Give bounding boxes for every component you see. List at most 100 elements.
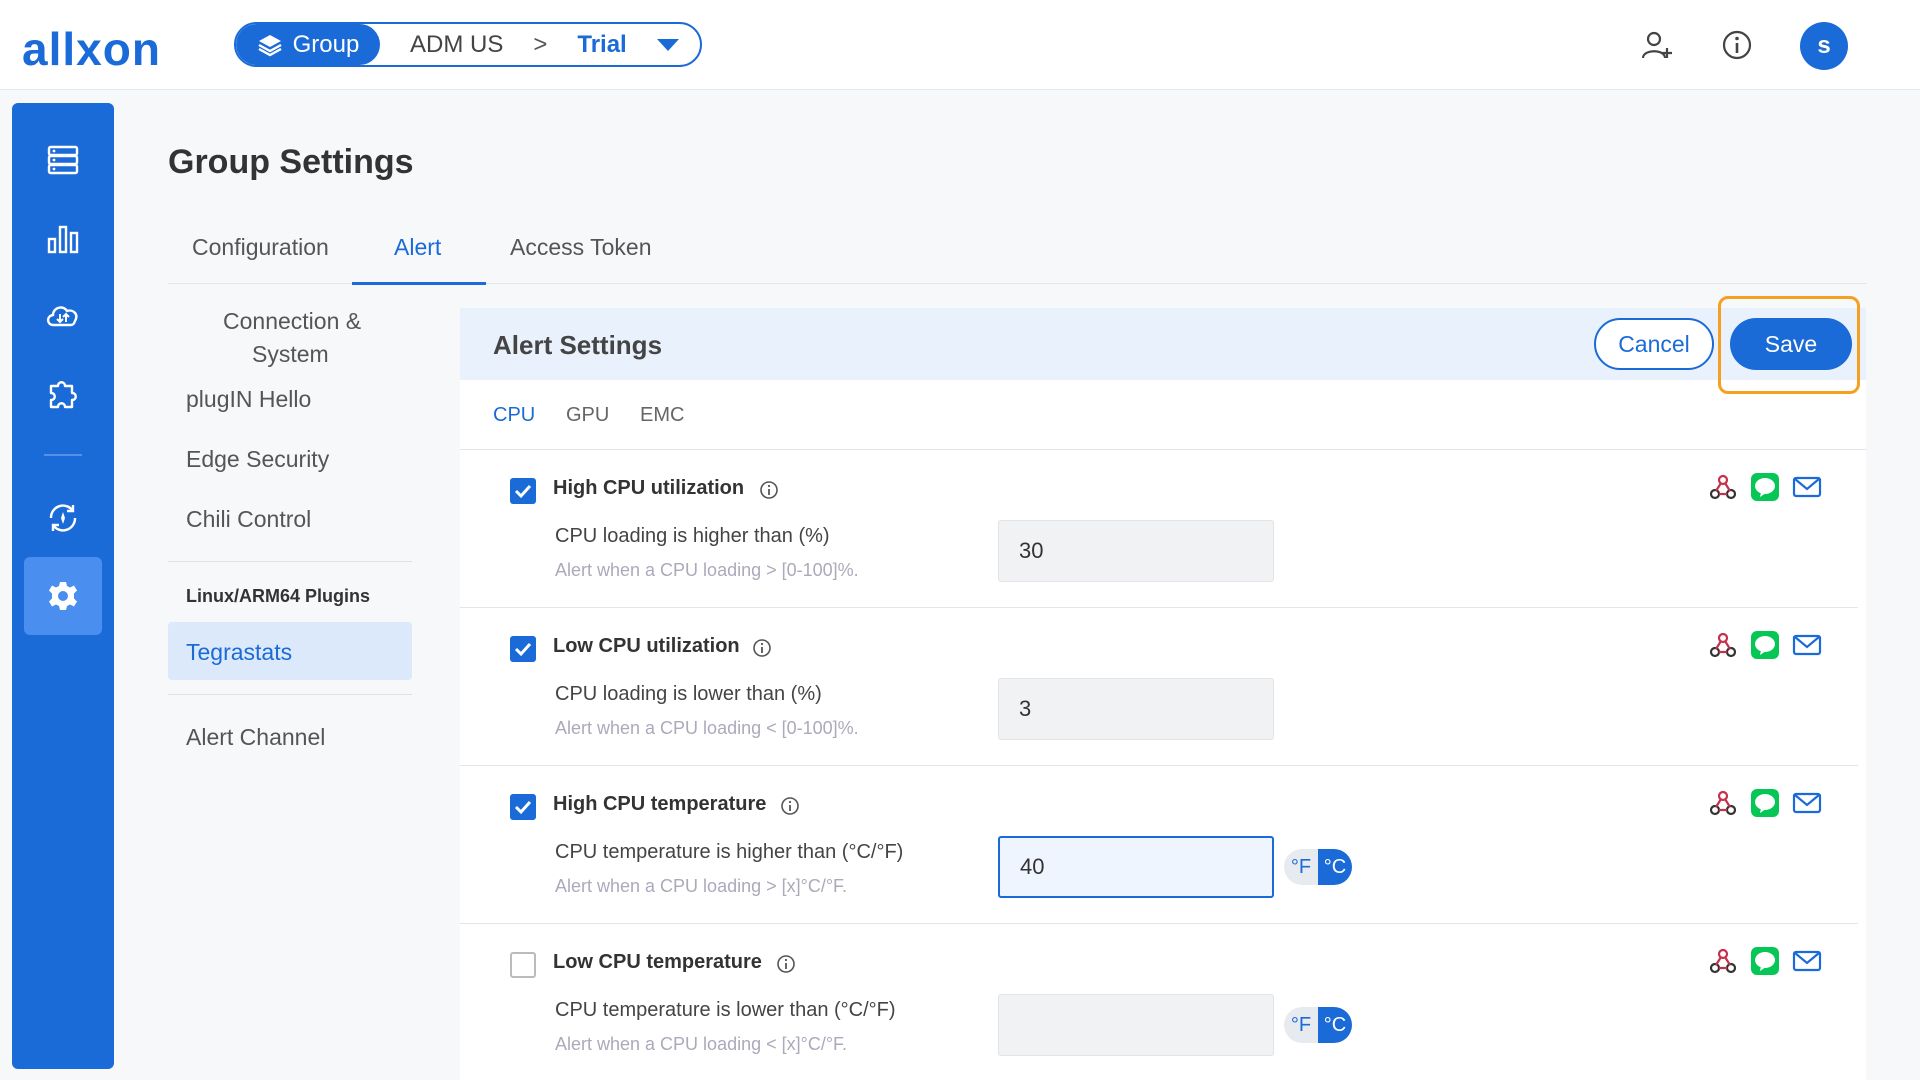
cloud-sync-icon [46,306,78,327]
rail-item-dashboard[interactable] [24,199,102,277]
hardware-subtabs: CPU GPU EMC [460,380,1866,450]
info-icon[interactable] [780,796,800,816]
settings-tabs: Configuration Alert Access Token [168,228,1866,285]
checkmark-icon [514,642,532,657]
unit-fahrenheit[interactable]: °F [1284,1007,1318,1043]
info-icon[interactable] [759,480,779,500]
alert-checkbox[interactable] [510,636,536,662]
subnav-item-tegrastats-label: Tegrastats [186,639,293,665]
rail-item-ota[interactable] [24,277,102,355]
alert-row-low-cpu-utilization: Low CPU utilization CPU loading is lower… [460,608,1858,766]
webhook-icon[interactable] [1708,472,1738,502]
line-icon[interactable] [1750,788,1780,818]
alert-checkbox[interactable] [510,478,536,504]
group-chip[interactable]: Group [236,24,380,65]
rail-item-devices[interactable] [24,121,102,199]
active-tab-indicator [352,282,486,285]
email-icon[interactable] [1792,946,1822,976]
threshold-label: CPU temperature is lower than (°C/°F) [555,999,896,1021]
breadcrumb-separator: > [533,30,548,58]
threshold-input[interactable] [998,994,1274,1056]
page-title: Group Settings [168,143,414,181]
checkmark-icon [514,800,532,815]
alert-title: Low CPU utilization [553,635,740,657]
line-icon[interactable] [1750,946,1780,976]
temperature-unit-toggle[interactable]: °F °C [1284,1007,1352,1043]
unit-celsius[interactable]: °C [1318,1007,1352,1043]
threshold-input[interactable] [998,520,1274,582]
subnav-section-heading: Linux/ARM64 Plugins [186,586,371,606]
subnav-item-plugin-hello[interactable]: plugIN Hello [186,386,311,413]
subnav-item-edge-security[interactable]: Edge Security [186,446,329,473]
webhook-icon[interactable] [1708,788,1738,818]
webhook-icon[interactable] [1708,630,1738,660]
breadcrumb[interactable]: Group ADM US > Trial [234,22,702,67]
rail-divider [44,454,82,456]
threshold-hint: Alert when a CPU loading < [0-100]%. [555,718,859,738]
tab-access-token[interactable]: Access Token [510,234,651,261]
breadcrumb-parent[interactable]: ADM US [410,31,503,59]
channel-icons [1708,630,1822,660]
threshold-input[interactable] [998,836,1274,898]
bar-chart-icon [47,225,79,254]
line-icon[interactable] [1750,472,1780,502]
threshold-label: CPU loading is higher than (%) [555,525,830,547]
save-highlight-ring [1718,296,1860,394]
unit-celsius[interactable]: °C [1318,849,1352,885]
subtab-gpu[interactable]: GPU [566,404,609,427]
rail-item-settings[interactable] [24,557,102,635]
add-user-icon[interactable] [1640,28,1674,62]
info-icon[interactable] [776,954,796,974]
temperature-unit-toggle[interactable]: °F °C [1284,849,1352,885]
top-bar: allxon Group ADM US > Trial s [0,0,1920,90]
tab-configuration[interactable]: Configuration [192,234,329,261]
alert-checkbox[interactable] [510,952,536,978]
subnav-item-connection-line2[interactable]: System [252,341,329,368]
line-icon[interactable] [1750,630,1780,660]
rail-item-alerts[interactable] [24,479,102,557]
avatar[interactable]: s [1800,22,1848,70]
subnav-item-connection[interactable]: Connection & [223,308,361,335]
alert-settings-card: Alert Settings Cancel Save CPU GPU EMC H… [460,308,1866,1080]
checkmark-icon [514,484,532,499]
subnav-item-alert-channel[interactable]: Alert Channel [186,724,325,751]
alert-row-high-cpu-temperature: High CPU temperature CPU temperature is … [460,766,1858,924]
breadcrumb-current[interactable]: Trial [577,31,626,59]
alert-sync-icon [49,504,77,532]
info-icon[interactable] [1720,28,1754,62]
gear-icon [49,582,77,610]
card-title: Alert Settings [493,330,663,360]
subnav-divider [168,561,412,562]
channel-icons [1708,946,1822,976]
chevron-down-icon[interactable] [656,38,679,51]
threshold-input[interactable] [998,678,1274,740]
channel-icons [1708,472,1822,502]
info-icon[interactable] [752,638,772,658]
email-icon[interactable] [1792,630,1822,660]
server-icon [47,145,79,175]
email-icon[interactable] [1792,472,1822,502]
alert-row-high-cpu-utilization: High CPU utilization CPU loading is high… [460,450,1858,608]
alert-title: High CPU utilization [553,477,745,499]
threshold-hint: Alert when a CPU loading > [0-100]%. [555,560,859,580]
subnav-item-chili-control[interactable]: Chili Control [186,506,311,533]
subnav-divider [168,694,412,695]
alert-title: Low CPU temperature [553,951,762,973]
alert-row-low-cpu-temperature: Low CPU temperature CPU temperature is l… [460,924,1858,1080]
unit-fahrenheit[interactable]: °F [1284,849,1318,885]
group-chip-label: Group [292,30,360,58]
alert-checkbox[interactable] [510,794,536,820]
subtab-emc[interactable]: EMC [640,404,684,427]
email-icon[interactable] [1792,788,1822,818]
channel-icons [1708,788,1822,818]
tab-alert[interactable]: Alert [394,234,441,261]
webhook-icon[interactable] [1708,946,1738,976]
alert-title: High CPU temperature [553,793,767,815]
puzzle-icon [49,381,77,409]
subtab-cpu[interactable]: CPU [493,404,535,427]
threshold-label: CPU temperature is higher than (°C/°F) [555,841,904,863]
left-rail [12,103,114,1069]
allxon-logo[interactable]: allxon [22,22,161,76]
cancel-button[interactable]: Cancel [1594,318,1714,370]
rail-item-plugins[interactable] [24,355,102,433]
